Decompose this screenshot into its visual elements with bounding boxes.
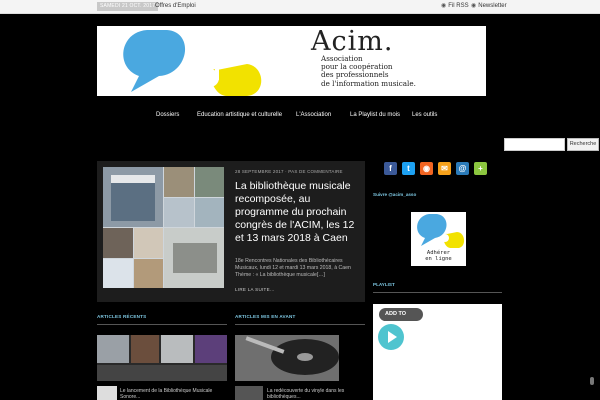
playlist-player: ADD TO bbox=[373, 304, 502, 400]
featured-article: 28 SEPTEMBRE 2017 · PAS DE COMMENTAIRE L… bbox=[97, 161, 365, 302]
featured-article-image[interactable] bbox=[235, 335, 339, 381]
date-badge: SAMEDI 21 OCT. 2017 bbox=[97, 2, 159, 11]
recent-collage bbox=[97, 335, 227, 381]
top-bar: SAMEDI 21 OCT. 2017 Offres d'Emploi ◉ Fil… bbox=[0, 0, 600, 14]
nav-item-outils[interactable]: Les outils bbox=[412, 112, 437, 118]
jobs-link[interactable]: Offres d'Emploi bbox=[155, 2, 196, 11]
nav-item-playlist[interactable]: La Playlist du mois bbox=[350, 112, 400, 118]
featured-articles-heading: ARTICLES MIS EN AVANT bbox=[235, 314, 296, 319]
nav-item-dossiers[interactable]: Dossiers bbox=[156, 112, 179, 118]
nav-item-association[interactable]: L'Association bbox=[296, 112, 331, 118]
rss-icon[interactable]: ◉ bbox=[420, 162, 433, 175]
logo-graphic bbox=[123, 30, 262, 96]
join-logo bbox=[417, 214, 465, 248]
brand-title: Acim. bbox=[311, 26, 394, 57]
mail-icon[interactable]: @ bbox=[456, 162, 469, 175]
photo-collage bbox=[103, 167, 224, 288]
facebook-icon[interactable]: f bbox=[384, 162, 397, 175]
newsletter-label: Newsletter bbox=[478, 3, 507, 9]
twitter-icon[interactable]: t bbox=[402, 162, 415, 175]
divider bbox=[235, 324, 365, 325]
playlist-heading: PLAYLIST bbox=[373, 282, 395, 287]
play-button[interactable] bbox=[378, 324, 404, 350]
rss-link[interactable]: ◉ Fil RSS bbox=[441, 2, 469, 11]
recent-article-thumb[interactable] bbox=[97, 386, 117, 400]
twitter-follow-heading[interactable]: Suivre @acim_asso bbox=[373, 192, 416, 197]
rss-icon: ◉ bbox=[441, 3, 447, 9]
chat-icon[interactable]: ✉ bbox=[438, 162, 451, 175]
add-to-button[interactable]: ADD TO bbox=[379, 308, 423, 321]
featured-meta: 28 SEPTEMBRE 2017 · PAS DE COMMENTAIRE bbox=[235, 169, 343, 174]
recent-article-image[interactable] bbox=[97, 335, 227, 381]
rss-icon: ◉ bbox=[471, 3, 477, 9]
share-icon[interactable]: + bbox=[474, 162, 487, 175]
featured-article-caption[interactable]: La redécouverte du vinyle dans les bibli… bbox=[267, 388, 367, 400]
join-online-label: Adhérer en ligne bbox=[425, 250, 452, 262]
featured-excerpt: 18e Rencontres Nationales des Bibliothéc… bbox=[235, 258, 351, 278]
recent-articles-heading: ARTICLES RÉCENTS bbox=[97, 314, 147, 319]
join-online-badge[interactable]: Adhérer en ligne bbox=[411, 212, 466, 266]
divider bbox=[97, 324, 227, 325]
rss-label: Fil RSS bbox=[448, 3, 469, 9]
scrollbar-thumb[interactable] bbox=[590, 377, 594, 385]
nav-item-education[interactable]: Education artistique et culturelle bbox=[197, 112, 282, 118]
site-header-logo[interactable]: Acim. Association pour la coopération de… bbox=[97, 26, 486, 96]
search-input[interactable] bbox=[504, 138, 565, 151]
main-nav: Dossiers Education artistique et culture… bbox=[97, 108, 486, 126]
brand-tagline: Association pour la coopération des prof… bbox=[321, 54, 416, 88]
newsletter-link[interactable]: ◉ Newsletter bbox=[471, 2, 507, 11]
recent-article-caption[interactable]: Le lancement de la Bibliothèque Musicale… bbox=[120, 388, 230, 400]
scrollbar[interactable] bbox=[589, 135, 595, 400]
divider bbox=[373, 292, 502, 293]
featured-image[interactable] bbox=[103, 167, 224, 288]
read-more-link[interactable]: LIRE LA SUITE... bbox=[235, 287, 275, 292]
featured-title[interactable]: La bibliothèque musicale recomposée, au … bbox=[235, 180, 363, 245]
featured-article-thumb[interactable] bbox=[235, 386, 263, 400]
turntable-photo bbox=[235, 335, 339, 381]
